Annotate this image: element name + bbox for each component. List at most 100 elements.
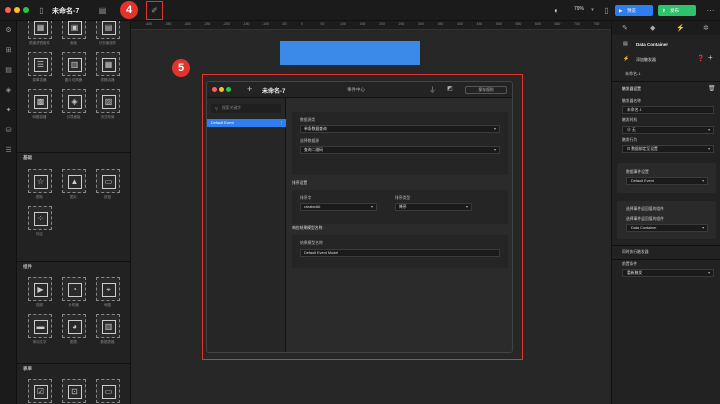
chevron-down-icon: ▾ [465, 204, 468, 209]
data-container-component[interactable] [280, 41, 420, 65]
select-datasource-select[interactable]: 查询二维码 ▾ [300, 146, 500, 154]
dialog-header: + 未命名-7 事件中心 ⏚ ◩ 保存规则 [207, 82, 512, 98]
palette-item[interactable]: ▩ 网格容器 [23, 89, 56, 120]
event-search-input[interactable]: ⚲ 搜索关键字 [211, 104, 281, 113]
palette-item[interactable]: ⊡ [57, 379, 90, 404]
model-name-label: 结果模型名称 [300, 241, 323, 245]
ruler-tick-label: -400 [145, 22, 153, 26]
palette-item[interactable]: ▭ [91, 379, 124, 404]
component-icon: ◕ [67, 320, 82, 334]
plugins-icon[interactable]: ✦ [0, 101, 17, 121]
add-event-icon[interactable]: + [247, 84, 252, 94]
help-icon[interactable]: ❓ [697, 55, 704, 62]
palette-item[interactable]: ▥ 图片切换器 [57, 52, 90, 83]
zoom-level[interactable]: 79% [574, 6, 584, 12]
page-event-select[interactable]: 重新触发 ▾ [622, 269, 714, 277]
palette-item[interactable]: ▨ 流式布局 [91, 89, 124, 120]
component-icon: ▲ [67, 175, 82, 189]
palette-item[interactable]: ◈ 引导面板 [57, 89, 90, 120]
close-window-icon[interactable] [5, 7, 11, 13]
palette-item[interactable]: ▬ 滚动文字 [23, 314, 56, 345]
page-event-value: 重新触发 [627, 271, 643, 275]
trigger-action-select[interactable]: ⊡ 数据绑定至设置 ▾ [622, 145, 714, 153]
palette-item[interactable]: ▭ 按钮 [91, 169, 124, 200]
device-icon[interactable]: ▯ [602, 6, 611, 15]
palette-item[interactable]: ▥ 数据表格 [91, 314, 124, 345]
data-event-value: Default Event [631, 179, 654, 183]
component-icon: ☑ [33, 385, 48, 399]
preview-button[interactable]: ▶ 预览 [615, 5, 653, 16]
palette-item[interactable]: ▦ 频道滤镜组件 [23, 21, 56, 46]
chevron-down-icon: ▾ [370, 204, 373, 209]
palette-item[interactable]: ▲ 图片 [57, 169, 90, 200]
tab-interaction[interactable]: ◆ [650, 24, 655, 32]
ruler-tick-label: -150 [242, 22, 250, 26]
palette-item[interactable]: ☑ [23, 379, 56, 404]
palette-item[interactable]: ▦ 表格容器 [91, 52, 124, 83]
publish-button[interactable]: ⬆ 发布 [658, 5, 696, 16]
sort-field-select[interactable]: createdAt ▾ [300, 203, 377, 211]
trigger-name-input[interactable]: 未命名-1 [622, 106, 714, 114]
dialog-close-icon[interactable] [212, 87, 217, 92]
component-icon: ☰ [33, 58, 48, 72]
component-palette: ▦ 频道滤镜组件 ▣ 面板 ▤ 分页面组件 ☰ 菜单容器 ▥ 图片切换器 ▦ 表格容器 ▩ 网格容器 ◈ 引导… [17, 21, 131, 404]
return-comp-select[interactable]: Data Container ▾ [626, 224, 708, 232]
palette-item[interactable]: ▤ 分页面组件 [91, 21, 124, 46]
palette-item-icon: ▦ [95, 52, 120, 76]
assets-icon[interactable]: ◈ [0, 81, 17, 101]
maximize-window-icon[interactable] [23, 7, 29, 13]
highlight-box-event-center [146, 1, 163, 20]
chevron-down-icon: ▾ [702, 226, 704, 230]
palette-item[interactable]: ⁘ 热区 [23, 206, 56, 237]
theme-toggle-icon[interactable]: ◐ [552, 6, 561, 15]
event-list-item[interactable]: Default Event ⋮ [207, 119, 286, 127]
palette-item[interactable]: ▶ 视频 [23, 277, 56, 308]
annotation-badge-5: 5 [172, 59, 190, 77]
data-icon[interactable]: ⛁ [0, 121, 17, 141]
component-icon: ▤ [101, 21, 116, 35]
divider [612, 259, 720, 260]
sidebar-toggle-icon[interactable]: ▯ [37, 6, 46, 15]
event-item-more-icon[interactable]: ⋮ [279, 119, 283, 127]
filter-icon[interactable]: ⏚ [429, 85, 436, 95]
tab-trigger[interactable]: ⚡ [676, 24, 685, 32]
palette-item[interactable]: ▣ 面板 [57, 21, 90, 46]
palette-item[interactable]: ◕ 图表 [57, 314, 90, 345]
add-trigger-icon[interactable]: + [708, 53, 713, 62]
ruler-tick-label: 300 [418, 22, 424, 26]
model-name-input[interactable]: Default Event Model [300, 249, 500, 257]
dialog-minimize-icon[interactable] [219, 87, 224, 92]
more-icon[interactable]: ⋯ [706, 6, 715, 15]
event-list-panel: ⚲ 搜索关键字 Default Event ⋮ [207, 98, 286, 352]
data-event-select[interactable]: Default Event ▾ [626, 177, 708, 185]
palette-item-label: 表格容器 [100, 78, 115, 82]
pages-icon[interactable]: ▤ [0, 61, 17, 81]
palette-item[interactable]: ⌖ 地图 [91, 277, 124, 308]
palette-item[interactable]: ◔ 计时器 [57, 277, 90, 308]
palette-item-icon: ▨ [95, 89, 120, 113]
trigger-name-value: 未命名-1 [627, 108, 642, 112]
component-icon: ▣ [67, 21, 82, 35]
trigger-time-label: 触发时机 [622, 118, 638, 122]
settings-icon[interactable]: ◩ [447, 85, 453, 92]
save-rule-button[interactable]: 保存规则 [465, 86, 507, 94]
table-icon[interactable]: ☰ [0, 141, 17, 161]
sort-type-select[interactable]: 降序 ▾ [395, 203, 472, 211]
ruler-tick-label: 0 [301, 22, 303, 26]
search-icon: ⚲ [215, 106, 218, 111]
datasource-type-select[interactable]: 单条数据查询 ▾ [300, 125, 500, 133]
palette-item-icon: ▩ [27, 89, 52, 113]
palette-item[interactable]: ☆ 图标 [23, 169, 56, 200]
page-icon[interactable]: ▤ [98, 6, 107, 15]
components-icon[interactable]: ⚙ [0, 21, 17, 41]
datasource-type-label: 数据源类 [300, 118, 316, 122]
layers-icon[interactable]: ⊞ [0, 41, 17, 61]
tab-style[interactable]: ✎ [622, 24, 628, 32]
trigger-time-select[interactable]: ⊘ 无 ▾ [622, 126, 714, 134]
dialog-maximize-icon[interactable] [226, 87, 231, 92]
delete-trigger-icon[interactable]: 🗑 [708, 85, 716, 92]
minimize-window-icon[interactable] [14, 7, 20, 13]
palette-item[interactable]: ☰ 菜单容器 [23, 52, 56, 83]
zoom-chevron-icon[interactable]: ▾ [588, 6, 597, 15]
tab-settings[interactable]: ✲ [703, 24, 709, 32]
